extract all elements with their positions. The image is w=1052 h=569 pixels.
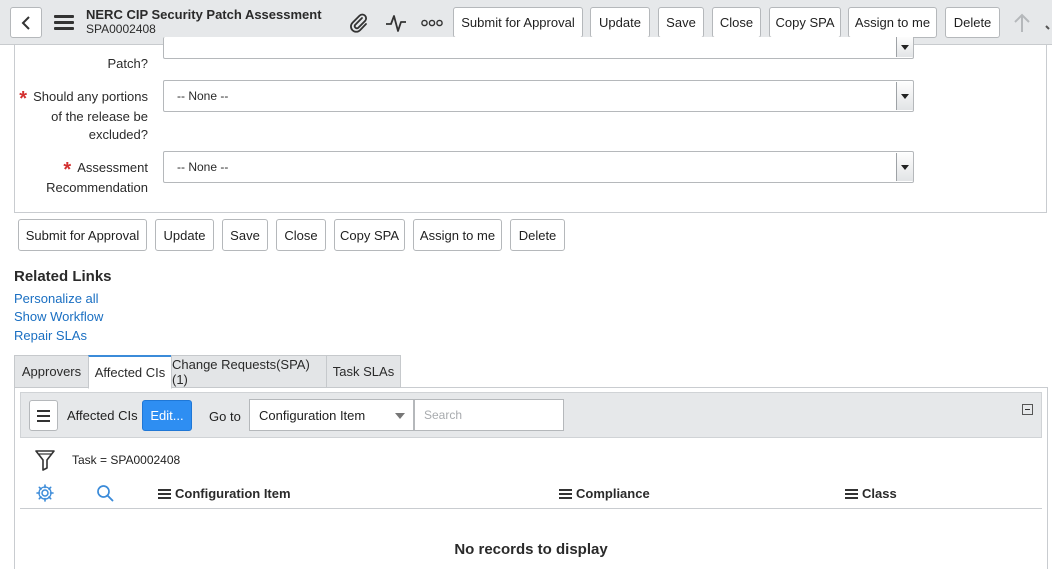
- page-title: NERC CIP Security Patch Assessment: [86, 7, 322, 22]
- bottom-assign-to-me-button[interactable]: Assign to me: [413, 219, 502, 251]
- chevron-down-icon: [395, 413, 405, 419]
- filter-breadcrumb[interactable]: Task = SPA0002408: [72, 453, 180, 467]
- exclude-portions-label: * Should any portions of the release be e…: [19, 88, 148, 142]
- related-links-title: Related Links: [14, 268, 112, 285]
- column-header-class[interactable]: Class: [845, 486, 897, 501]
- column-menu-icon[interactable]: [845, 488, 858, 499]
- tab-change-requests[interactable]: Change Requests(SPA) (1): [171, 355, 327, 388]
- assign-to-me-button[interactable]: Assign to me: [848, 7, 937, 38]
- hamburger-menu-icon[interactable]: [54, 15, 74, 30]
- copy-spa-button[interactable]: Copy SPA: [769, 7, 841, 38]
- gear-icon[interactable]: [36, 484, 54, 505]
- patch-select[interactable]: [163, 37, 914, 59]
- show-workflow-link[interactable]: Show Workflow: [14, 309, 103, 324]
- down-arrow-icon[interactable]: [1042, 12, 1052, 34]
- bottom-close-button[interactable]: Close: [276, 219, 326, 251]
- edit-button[interactable]: Edit...: [142, 400, 192, 431]
- assessment-recommendation-label: * Assessment Recommendation: [46, 159, 148, 195]
- delete-button[interactable]: Delete: [945, 7, 1000, 38]
- assessment-recommendation-select[interactable]: -- None --: [163, 151, 914, 183]
- bottom-copy-spa-button[interactable]: Copy SPA: [334, 219, 405, 251]
- more-options-icon[interactable]: [421, 12, 443, 34]
- close-button[interactable]: Close: [712, 7, 761, 38]
- title-block: NERC CIP Security Patch Assessment SPA00…: [86, 7, 322, 37]
- assessment-recommendation-dropdown-arrow[interactable]: [896, 153, 913, 181]
- bottom-update-button[interactable]: Update: [155, 219, 214, 251]
- record-number: SPA0002408: [86, 22, 156, 36]
- goto-field-value: Configuration Item: [259, 408, 366, 423]
- empty-list-message: No records to display: [454, 541, 608, 558]
- tab-task-slas[interactable]: Task SLAs: [326, 355, 401, 388]
- column-header-configuration-item[interactable]: Configuration Item: [158, 486, 291, 501]
- column-header-compliance[interactable]: Compliance: [559, 486, 650, 501]
- up-arrow-icon[interactable]: [1011, 12, 1033, 34]
- update-button[interactable]: Update: [590, 7, 650, 38]
- bottom-delete-button[interactable]: Delete: [510, 219, 565, 251]
- assessment-recommendation-value: -- None --: [177, 160, 229, 174]
- submit-for-approval-button[interactable]: Submit for Approval: [453, 7, 583, 38]
- repair-slas-link[interactable]: Repair SLAs: [14, 328, 87, 343]
- list-menu-button[interactable]: [29, 400, 58, 431]
- bottom-save-button[interactable]: Save: [222, 219, 268, 251]
- goto-label: Go to: [209, 409, 241, 424]
- patch-select-arrow[interactable]: [896, 37, 913, 57]
- required-indicator: *: [63, 159, 72, 181]
- bottom-submit-for-approval-button[interactable]: Submit for Approval: [18, 219, 147, 251]
- personalize-all-link[interactable]: Personalize all: [14, 291, 99, 306]
- column-header-divider: [20, 508, 1042, 509]
- activity-icon[interactable]: [385, 12, 407, 34]
- list-toolbar: Affected CIs Edit... Go to Configuration…: [20, 392, 1042, 438]
- column-menu-icon[interactable]: [559, 488, 572, 499]
- exclude-portions-select[interactable]: -- None --: [163, 80, 914, 112]
- search-input[interactable]: [414, 399, 564, 431]
- search-icon[interactable]: [96, 484, 114, 505]
- paperclip-icon[interactable]: [348, 12, 370, 34]
- tab-approvers[interactable]: Approvers: [14, 355, 89, 388]
- column-menu-icon[interactable]: [158, 488, 171, 499]
- back-icon: [21, 15, 30, 30]
- tab-affected-cis[interactable]: Affected CIs: [88, 355, 172, 389]
- back-button[interactable]: [10, 7, 42, 38]
- collapse-icon[interactable]: [1022, 404, 1033, 415]
- goto-field-select[interactable]: Configuration Item: [249, 399, 414, 431]
- save-button[interactable]: Save: [658, 7, 704, 38]
- form-section: [14, 45, 1047, 213]
- list-title: Affected CIs: [67, 408, 138, 423]
- patch-field-label: Patch?: [107, 56, 148, 71]
- filter-icon[interactable]: [34, 449, 56, 474]
- exclude-portions-value: -- None --: [177, 89, 229, 103]
- required-indicator: *: [19, 88, 28, 110]
- exclude-portions-dropdown-arrow[interactable]: [896, 82, 913, 110]
